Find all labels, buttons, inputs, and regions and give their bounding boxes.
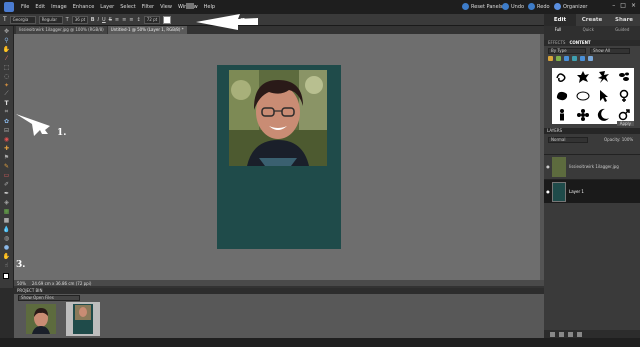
annotation-2: 2. [240, 18, 250, 28]
arrow-1-icon [16, 114, 50, 136]
annotation-arrows [16, 14, 258, 136]
annotation-1: 1. [57, 128, 67, 138]
annotation-3: 3. [16, 260, 26, 270]
